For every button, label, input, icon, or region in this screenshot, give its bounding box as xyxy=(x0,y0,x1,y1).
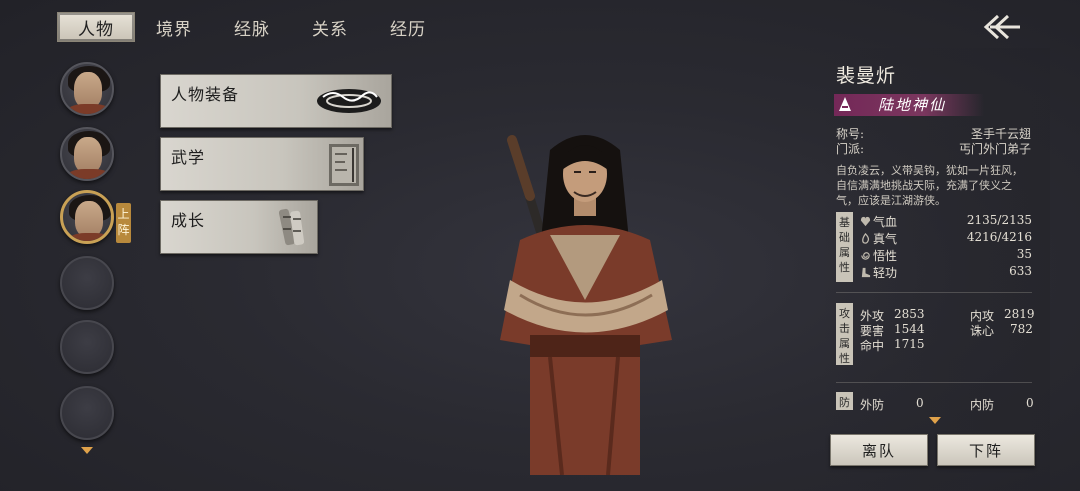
tab-history[interactable]: 经历 xyxy=(369,12,447,42)
tab-meridians[interactable]: 经脉 xyxy=(213,12,291,42)
scroll-book-icon xyxy=(329,144,359,186)
character-name: 裴曼炘 xyxy=(836,65,897,87)
boot-icon xyxy=(861,267,871,278)
tab-realm[interactable]: 境界 xyxy=(135,12,213,42)
swirl-icon xyxy=(861,252,870,260)
growth-label: 成长 xyxy=(171,211,206,230)
stat-comprehension: 悟性 35 xyxy=(860,247,1032,263)
back-button[interactable] xyxy=(980,12,1024,42)
tab-relations[interactable]: 关系 xyxy=(291,12,369,42)
defense-attributes-tag: 防 xyxy=(836,392,853,410)
stat-agility: 轻功 633 xyxy=(860,264,1032,280)
party-slot-empty-5[interactable] xyxy=(60,320,114,374)
growth-menu-card[interactable]: 成长 xyxy=(160,200,318,254)
party-slot-empty-4[interactable] xyxy=(60,256,114,310)
stat-hp: 气血 2135/2135 xyxy=(860,213,1032,229)
tab-character[interactable]: 人物 xyxy=(57,12,135,42)
character-portrait xyxy=(500,135,672,475)
realm-name: 陆地神仙 xyxy=(878,96,947,114)
unassign-button[interactable]: 下阵 xyxy=(937,434,1035,466)
martial-arts-label: 武学 xyxy=(171,148,206,167)
party-slot-3-selected[interactable] xyxy=(60,190,114,244)
chevron-down-icon[interactable] xyxy=(80,446,94,456)
chevron-down-icon[interactable] xyxy=(928,416,942,426)
scrolls-icon xyxy=(278,208,305,246)
equipment-label: 人物装备 xyxy=(171,85,240,104)
character-info-panel: 裴曼炘 陆地神仙 称号: 圣手千云翅 门派: 丐门外门弟子 自负凌云，义带吴钩，… xyxy=(820,48,1050,491)
party-slot-1[interactable] xyxy=(60,62,114,116)
basic-attributes-tag: 基础属性 xyxy=(836,212,853,282)
heart-icon xyxy=(860,216,871,227)
flame-icon xyxy=(862,233,870,244)
party-slot-empty-6[interactable] xyxy=(60,386,114,440)
divider xyxy=(836,382,1032,383)
sect-value: 丐门外门弟子 xyxy=(958,142,1031,156)
top-tab-bar: 人物 境界 经脉 关系 经历 xyxy=(57,12,447,42)
onstage-badge: 上阵 xyxy=(116,203,131,243)
character-bio: 自负凌云，义带吴钩，犹如一片狂风，自信满满地挑战天际，充满了侠义之气，应该是江湖… xyxy=(836,164,1023,207)
martial-arts-menu-card[interactable]: 武学 xyxy=(160,137,364,191)
leave-party-button[interactable]: 离队 xyxy=(830,434,928,466)
party-slot-2[interactable] xyxy=(60,127,114,181)
attack-attributes-tag: 攻击属性 xyxy=(836,303,853,365)
stat-qi: 真气 4216/4216 xyxy=(860,230,1032,246)
back-arrow-icon xyxy=(983,14,1020,40)
equipment-menu-card[interactable]: 人物装备 xyxy=(160,74,392,128)
realm-icon xyxy=(839,97,851,111)
sect-key: 门派: xyxy=(836,142,865,156)
bracelet-icon xyxy=(317,89,381,113)
divider xyxy=(836,292,1032,293)
